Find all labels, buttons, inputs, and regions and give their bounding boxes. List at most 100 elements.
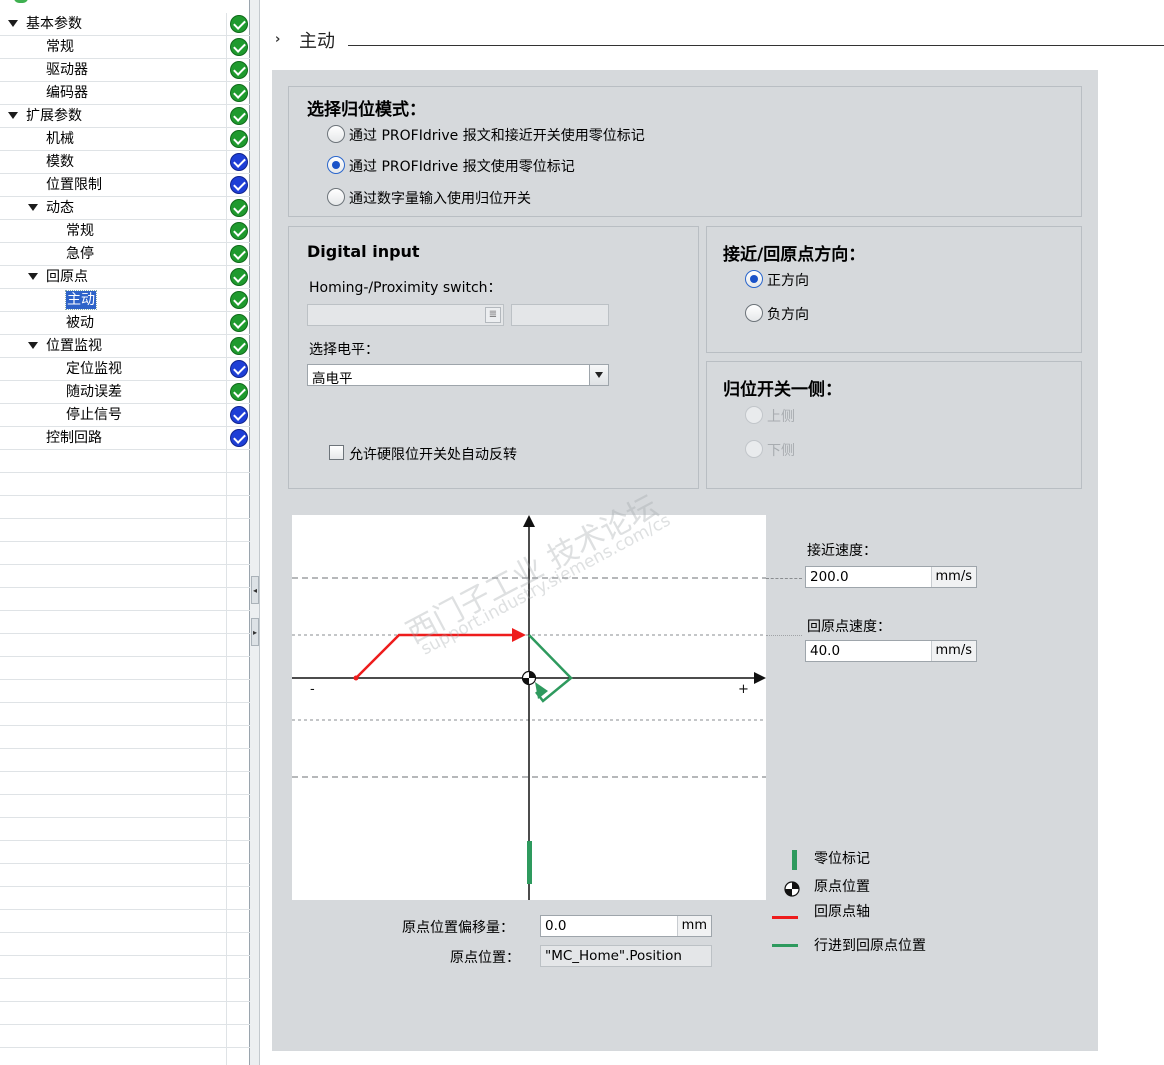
tree-empty-row <box>0 657 250 680</box>
tree-empty-row <box>0 450 250 473</box>
expand-arrow-icon[interactable] <box>28 342 38 349</box>
tree-item[interactable]: 动态 <box>0 197 250 220</box>
tree-item[interactable]: 控制回路 <box>0 427 250 450</box>
status-cell <box>226 36 250 59</box>
tree-empty-row <box>0 795 250 818</box>
tree-empty-row <box>0 611 250 634</box>
approach-speed-input[interactable]: 200.0 mm/s <box>805 566 977 588</box>
status-cell <box>226 841 250 864</box>
tree-item[interactable]: 位置限制 <box>0 174 250 197</box>
tree-item[interactable]: 随动误差 <box>0 381 250 404</box>
panel-splitter[interactable]: ◂ ▸ <box>250 0 260 1065</box>
homing-speed-input[interactable]: 40.0 mm/s <box>805 640 977 662</box>
tree-item[interactable]: 被动 <box>0 312 250 335</box>
mode-option-label: 通过 PROFIdrive 报文和接近开关使用零位标记 <box>349 128 645 144</box>
tree-empty-row <box>0 1048 250 1065</box>
approach-speed-value: 200.0 <box>810 569 849 585</box>
expand-arrow-icon[interactable] <box>28 204 38 211</box>
tree-item[interactable]: 回原点 <box>0 266 250 289</box>
green-line-legend-icon <box>772 944 798 947</box>
tree-item[interactable]: 停止信号 <box>0 404 250 427</box>
tree-item-label: 随动误差 <box>66 384 122 400</box>
offset-input[interactable]: 0.0 mm <box>540 915 712 937</box>
status-cell <box>226 772 250 795</box>
homing-speed-label: 回原点速度： <box>807 619 891 635</box>
tree-empty-row <box>0 703 250 726</box>
zero-mark-icon <box>527 841 532 884</box>
side-radio-lower[interactable] <box>745 440 763 458</box>
tree-item[interactable]: 常规 <box>0 220 250 243</box>
expand-arrow-icon[interactable] <box>8 112 18 119</box>
status-cell <box>226 496 250 519</box>
tree-item-label: 被动 <box>66 315 94 331</box>
offset-value: 0.0 <box>545 918 567 934</box>
mode-radio-digital-input[interactable] <box>327 188 345 206</box>
mode-option-label: 通过 PROFIdrive 报文使用零位标记 <box>349 159 575 175</box>
chevron-down-icon[interactable] <box>589 365 608 385</box>
config-ok-icon <box>230 84 248 102</box>
side-radio-upper[interactable] <box>745 406 763 424</box>
minus-sign: - <box>310 682 315 697</box>
status-cell <box>226 335 250 358</box>
tree-item[interactable]: 机械 <box>0 128 250 151</box>
status-cell <box>226 519 250 542</box>
homing-axis-path <box>355 633 517 679</box>
legend-label: 行进到回原点位置 <box>814 938 926 954</box>
tree-item[interactable]: 常规 <box>0 36 250 59</box>
tree-item[interactable]: 定位监视 <box>0 358 250 381</box>
expand-arrow-icon[interactable] <box>28 273 38 280</box>
home-position-field: "MC_Home".Position <box>540 945 712 967</box>
status-cell <box>226 473 250 496</box>
tree-item[interactable]: 编码器 <box>0 82 250 105</box>
tree-empty-row <box>0 864 250 887</box>
tree-item[interactable]: 主动 <box>0 289 250 312</box>
tree-empty-row <box>0 680 250 703</box>
status-cell <box>226 381 250 404</box>
tree-item-label: 位置限制 <box>46 177 102 193</box>
signal-level-select[interactable]: 高电平 <box>307 364 609 386</box>
browse-list-icon[interactable]: ≣ <box>485 307 501 323</box>
homing-mode-title: 选择归位模式： <box>307 100 426 120</box>
status-cell <box>226 611 250 634</box>
status-cell <box>226 312 250 335</box>
travel-to-home-path <box>528 634 573 703</box>
homing-switch-label: Homing-/Proximity switch： <box>309 280 502 296</box>
zero-mark-legend-icon <box>792 850 797 870</box>
tree-item-label: 停止信号 <box>66 407 122 423</box>
legend-zero-mark: 零位标记 <box>772 848 972 872</box>
tree-item[interactable]: 模数 <box>0 151 250 174</box>
status-cell <box>226 703 250 726</box>
status-cell <box>226 864 250 887</box>
expand-right-button[interactable]: ▸ <box>251 618 259 646</box>
tree-item[interactable]: 扩展参数 <box>0 105 250 128</box>
status-cell <box>226 726 250 749</box>
direction-radio-positive[interactable] <box>745 270 763 288</box>
collapse-left-button[interactable]: ◂ <box>251 576 259 604</box>
config-ok-icon <box>230 337 248 355</box>
config-check-blue-icon <box>230 176 248 194</box>
mode-radio-proximity[interactable] <box>327 125 345 143</box>
tree-item[interactable]: 位置监视 <box>0 335 250 358</box>
tree-item[interactable]: 急停 <box>0 243 250 266</box>
direction-radio-negative[interactable] <box>745 304 763 322</box>
legend-homing-axis: 回原点轴 <box>772 901 972 925</box>
expand-arrow-icon[interactable] <box>8 20 18 27</box>
tree-empty-row <box>0 979 250 1002</box>
tree-empty-row <box>0 887 250 910</box>
tree-empty-row <box>0 542 250 565</box>
auto-reverse-checkbox[interactable] <box>329 445 344 460</box>
status-cell <box>226 657 250 680</box>
section-chevron-icon[interactable]: › <box>275 32 280 47</box>
status-cell <box>226 818 250 841</box>
tree-item[interactable]: 驱动器 <box>0 59 250 82</box>
digital-input-title: Digital input <box>307 242 420 261</box>
axis-arrow-up-icon <box>523 515 535 527</box>
tree-item[interactable]: 基本参数 <box>0 13 250 36</box>
homing-switch-field[interactable] <box>307 304 504 326</box>
tree-item-label: 基本参数 <box>26 16 82 32</box>
homing-mode-group: 选择归位模式： 通过 PROFIdrive 报文和接近开关使用零位标记 通过 P… <box>288 86 1082 217</box>
tree-empty-row <box>0 726 250 749</box>
status-cell <box>226 427 250 450</box>
status-cell <box>226 450 250 473</box>
mode-radio-zero-mark[interactable] <box>327 156 345 174</box>
